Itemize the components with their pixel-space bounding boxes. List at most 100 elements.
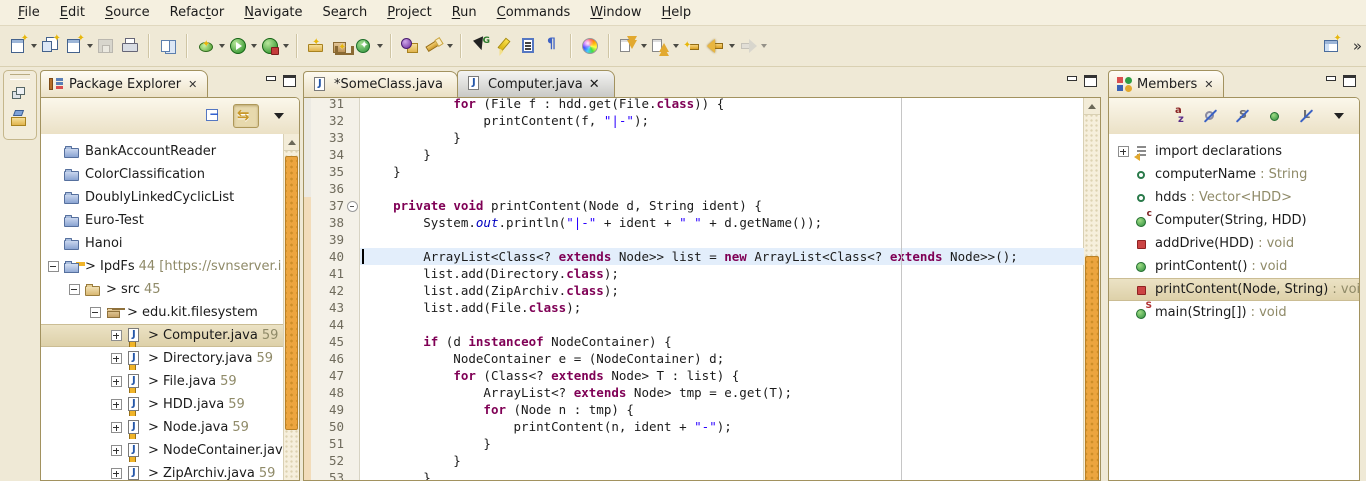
member-item-computer-string-hdd[interactable]: Computer(String, HDD) bbox=[1109, 209, 1359, 232]
last-edit-location-button[interactable] bbox=[680, 34, 704, 58]
line-number[interactable]: 39 bbox=[311, 231, 346, 248]
line-number[interactable]: 33 bbox=[311, 129, 346, 146]
show-non-public-button[interactable] bbox=[1263, 105, 1287, 127]
search-button[interactable] bbox=[422, 34, 454, 58]
menu-window[interactable]: Window bbox=[580, 2, 651, 23]
line-number[interactable]: 35 bbox=[311, 163, 346, 180]
run-secure-button[interactable] bbox=[258, 34, 290, 58]
dropdown-arrow-icon[interactable] bbox=[251, 44, 257, 48]
menu-search[interactable]: Search bbox=[313, 2, 378, 23]
restore-view-button[interactable] bbox=[8, 83, 32, 107]
fold-column[interactable] bbox=[346, 231, 360, 248]
line-number[interactable]: 45 bbox=[311, 333, 346, 350]
dropdown-arrow-icon[interactable] bbox=[87, 44, 93, 48]
fold-column[interactable] bbox=[346, 180, 360, 197]
fold-column[interactable] bbox=[346, 214, 360, 231]
fold-column[interactable] bbox=[346, 435, 360, 452]
new-window-button[interactable] bbox=[38, 34, 62, 58]
dropdown-arrow-icon[interactable] bbox=[729, 44, 735, 48]
fold-column[interactable] bbox=[346, 282, 360, 299]
sort-button[interactable] bbox=[1167, 105, 1191, 127]
tree-item-nodecontainer-java[interactable]: > NodeContainer.java59 bbox=[41, 439, 284, 462]
expander-plus-icon[interactable] bbox=[110, 421, 123, 434]
line-number[interactable]: 48 bbox=[311, 384, 346, 401]
expander-minus-icon[interactable] bbox=[47, 260, 60, 273]
expander-plus-icon[interactable] bbox=[110, 467, 123, 480]
close-icon[interactable]: ✕ bbox=[589, 77, 600, 92]
tree-item-node-java[interactable]: > Node.java59 bbox=[41, 416, 284, 439]
member-item-import-declarations[interactable]: import declarations bbox=[1109, 140, 1359, 163]
dropdown-arrow-icon[interactable] bbox=[219, 44, 225, 48]
expander-minus-icon[interactable] bbox=[89, 306, 102, 319]
show-whitespace-button[interactable] bbox=[540, 34, 564, 58]
line-number[interactable]: 42 bbox=[311, 282, 346, 299]
line-number[interactable]: 43 bbox=[311, 299, 346, 316]
new-fast-view-button[interactable] bbox=[1319, 34, 1343, 58]
line-number[interactable]: 52 bbox=[311, 452, 346, 469]
scrollbar-thumb[interactable] bbox=[285, 156, 298, 430]
new-wizard-button[interactable] bbox=[6, 34, 38, 58]
fold-column[interactable] bbox=[346, 316, 360, 333]
fold-column[interactable] bbox=[346, 350, 360, 367]
dropdown-arrow-icon[interactable] bbox=[447, 44, 453, 48]
dropdown-arrow-icon[interactable] bbox=[283, 44, 289, 48]
menu-help[interactable]: Help bbox=[652, 2, 702, 23]
line-number[interactable]: 49 bbox=[311, 401, 346, 418]
view-menu-button[interactable] bbox=[1327, 105, 1351, 127]
highlighter-button[interactable] bbox=[492, 34, 516, 58]
member-item-printcontent-node-string[interactable]: printContent(Node, String): void bbox=[1109, 278, 1359, 301]
scroll-up-arrow-icon[interactable] bbox=[284, 134, 299, 151]
menu-project[interactable]: Project bbox=[377, 2, 442, 23]
fold-collapse-icon[interactable] bbox=[347, 201, 358, 212]
hide-local-types-button[interactable] bbox=[1295, 105, 1319, 127]
menu-run[interactable]: Run bbox=[442, 2, 487, 23]
line-number[interactable]: 51 bbox=[311, 435, 346, 452]
fold-column[interactable] bbox=[346, 146, 360, 163]
new-class-button[interactable] bbox=[352, 34, 384, 58]
line-number[interactable]: 44 bbox=[311, 316, 346, 333]
menu-refactor[interactable]: Refactor bbox=[160, 2, 235, 23]
fold-column[interactable] bbox=[346, 129, 360, 146]
fold-column[interactable] bbox=[346, 112, 360, 129]
close-icon[interactable]: ✕ bbox=[1204, 79, 1213, 90]
fold-column[interactable] bbox=[346, 299, 360, 316]
expander-plus-icon[interactable] bbox=[110, 329, 123, 342]
hide-static-members-button[interactable] bbox=[1231, 105, 1255, 127]
editor-scrollbar[interactable] bbox=[1083, 98, 1100, 480]
member-item-printcontent[interactable]: printContent(): void bbox=[1109, 255, 1359, 278]
editor-tab-computer-java[interactable]: Computer.java✕ bbox=[457, 70, 615, 97]
menu-navigate[interactable]: Navigate bbox=[234, 2, 312, 23]
code-editor[interactable]: 31 for (File f : hdd.get(File.class)) {3… bbox=[304, 98, 1084, 480]
fold-column[interactable] bbox=[346, 333, 360, 350]
fold-column[interactable] bbox=[346, 265, 360, 282]
package-explorer-scrollbar[interactable] bbox=[283, 134, 299, 480]
dropdown-arrow-icon[interactable] bbox=[377, 44, 383, 48]
line-number[interactable]: 36 bbox=[311, 180, 346, 197]
fold-column[interactable] bbox=[346, 98, 360, 112]
fold-column[interactable] bbox=[346, 469, 360, 480]
close-icon[interactable]: ✕ bbox=[188, 79, 197, 90]
maximize-icon[interactable] bbox=[1343, 75, 1356, 87]
tree-item-file-java[interactable]: > File.java59 bbox=[41, 370, 284, 393]
fold-column[interactable] bbox=[346, 418, 360, 435]
menu-edit[interactable]: Edit bbox=[50, 2, 95, 23]
collapse-all-button[interactable] bbox=[201, 105, 225, 127]
scrollbar-thumb[interactable] bbox=[1085, 256, 1099, 481]
tree-item-bankaccountreader[interactable]: BankAccountReader bbox=[41, 140, 284, 163]
expander-plus-icon[interactable] bbox=[1117, 145, 1130, 158]
line-number[interactable]: 41 bbox=[311, 265, 346, 282]
tab-members[interactable]: Members ✕ bbox=[1108, 70, 1224, 97]
dropdown-arrow-icon[interactable] bbox=[641, 44, 647, 48]
hide-fields-button[interactable] bbox=[1199, 105, 1223, 127]
tree-item-hanoi[interactable]: Hanoi bbox=[41, 232, 284, 255]
fold-column[interactable] bbox=[346, 248, 360, 265]
tree-item-hdd-java[interactable]: > HDD.java59 bbox=[41, 393, 284, 416]
tree-item-edu-kit-filesystem[interactable]: > edu.kit.filesystem bbox=[41, 301, 284, 324]
dropdown-arrow-icon[interactable] bbox=[673, 44, 679, 48]
minimize-icon[interactable] bbox=[265, 75, 276, 84]
line-number[interactable]: 38 bbox=[311, 214, 346, 231]
toolbar-overflow-chevron[interactable]: » bbox=[1353, 37, 1360, 55]
import-wizard-button[interactable] bbox=[304, 34, 328, 58]
tab-package-explorer[interactable]: Package Explorer ✕ bbox=[40, 70, 208, 97]
tree-item-directory-java[interactable]: > Directory.java59 bbox=[41, 347, 284, 370]
